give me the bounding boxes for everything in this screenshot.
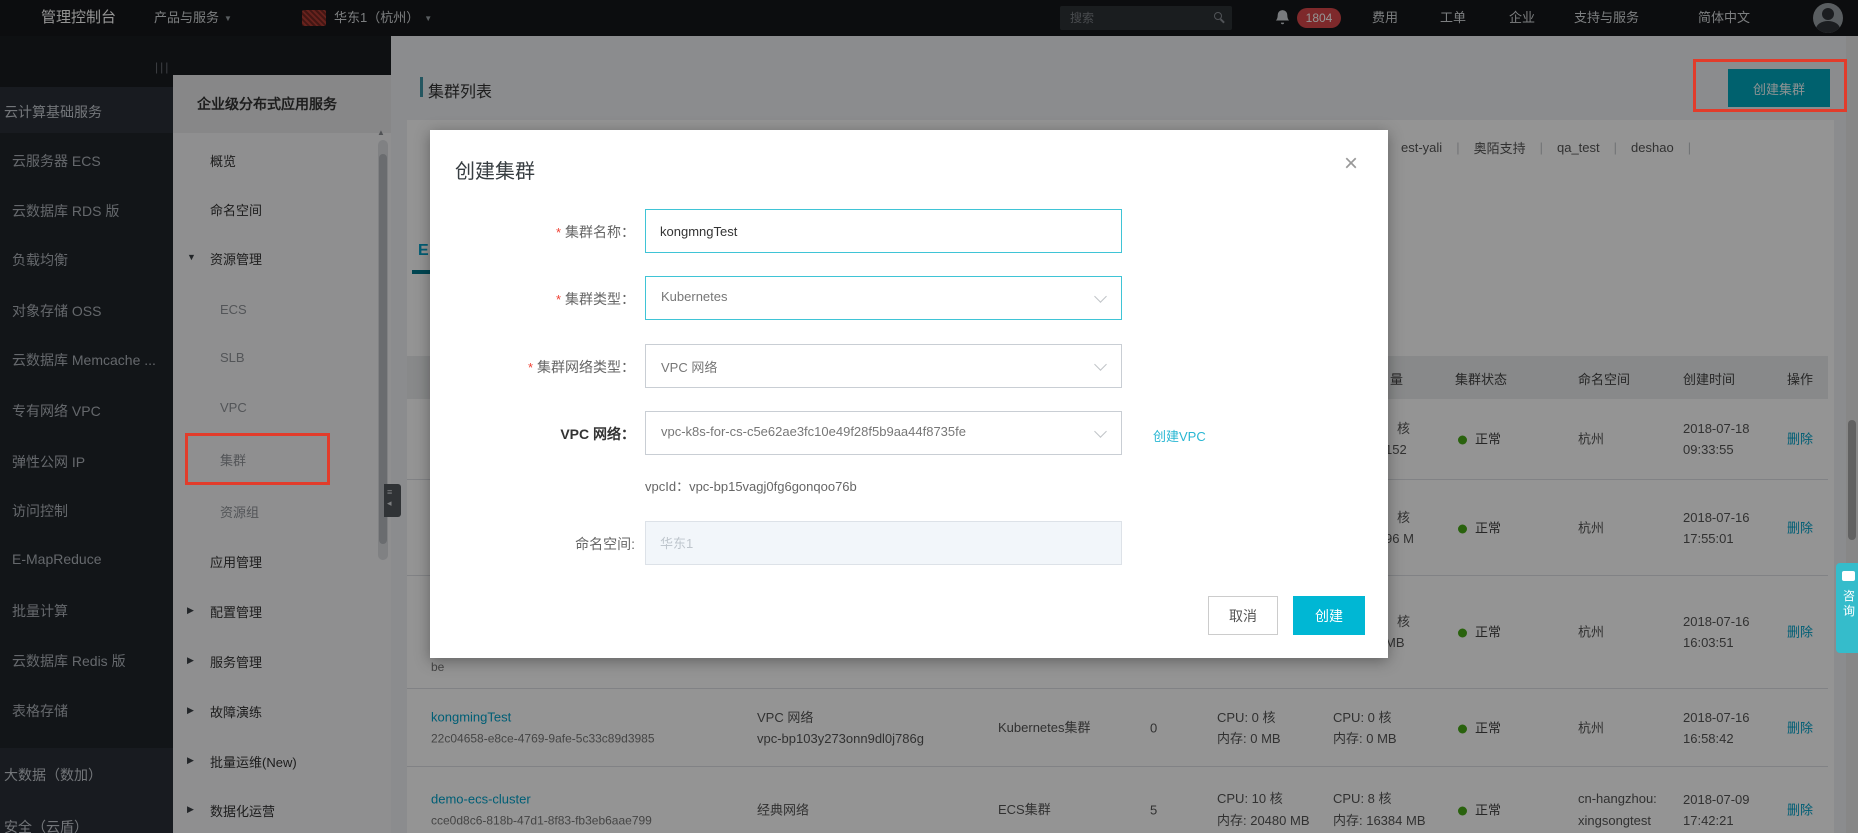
create-vpc-link[interactable]: 创建VPC (1153, 426, 1206, 445)
required-asterisk: * (556, 292, 561, 307)
modal-title: 创建集群 (455, 155, 535, 184)
cluster-name-field[interactable] (645, 209, 1122, 253)
cluster-name-label: *集群名称： (445, 222, 635, 243)
network-type-label: *集群网络类型： (445, 357, 635, 378)
required-asterisk: * (528, 360, 533, 375)
cluster-type-label: *集群类型： (445, 289, 635, 310)
consult-widget[interactable]: 咨询 (1836, 563, 1858, 653)
cluster-name-input[interactable] (646, 210, 1121, 252)
cluster-type-select[interactable]: Kubernetes (645, 276, 1122, 320)
network-type-select[interactable]: VPC 网络 (645, 344, 1122, 388)
consult-widget-label: 咨询 (1843, 589, 1855, 619)
chevron-down-icon (1094, 290, 1107, 303)
vpc-label: VPC 网络： (445, 424, 635, 444)
app-root: 管理控制台 产品与服务▼ 华东1（杭州）▼ 1804 费用 工单 企业 支持与服… (0, 0, 1858, 833)
chat-icon (1842, 571, 1855, 581)
vpc-select[interactable]: vpc-k8s-for-cs-c5e62ae3fc10e49f28f5b9aa4… (645, 411, 1122, 455)
namespace-input (646, 522, 1121, 564)
create-cluster-modal: 创建集群 × *集群名称： *集群类型： Kubernetes *集群网络类型：… (430, 130, 1388, 658)
vpc-id-text: vpcId：vpc-bp15vagj0fg6gonqoo76b (645, 476, 857, 495)
namespace-label: 命名空间: (445, 534, 635, 554)
close-icon[interactable]: × (1344, 152, 1358, 176)
submit-button[interactable]: 创建 (1293, 596, 1365, 635)
namespace-field (645, 521, 1122, 565)
required-asterisk: * (556, 225, 561, 240)
network-type-value: VPC 网络 (661, 357, 717, 376)
vpc-value: vpc-k8s-for-cs-c5e62ae3fc10e49f28f5b9aa4… (661, 424, 966, 439)
annotation-box-cluster-item (185, 433, 330, 485)
chevron-down-icon (1094, 358, 1107, 371)
annotation-box-create-button (1693, 59, 1847, 112)
chevron-down-icon (1094, 425, 1107, 438)
cluster-type-value: Kubernetes (661, 289, 728, 304)
cancel-button[interactable]: 取消 (1208, 596, 1278, 635)
